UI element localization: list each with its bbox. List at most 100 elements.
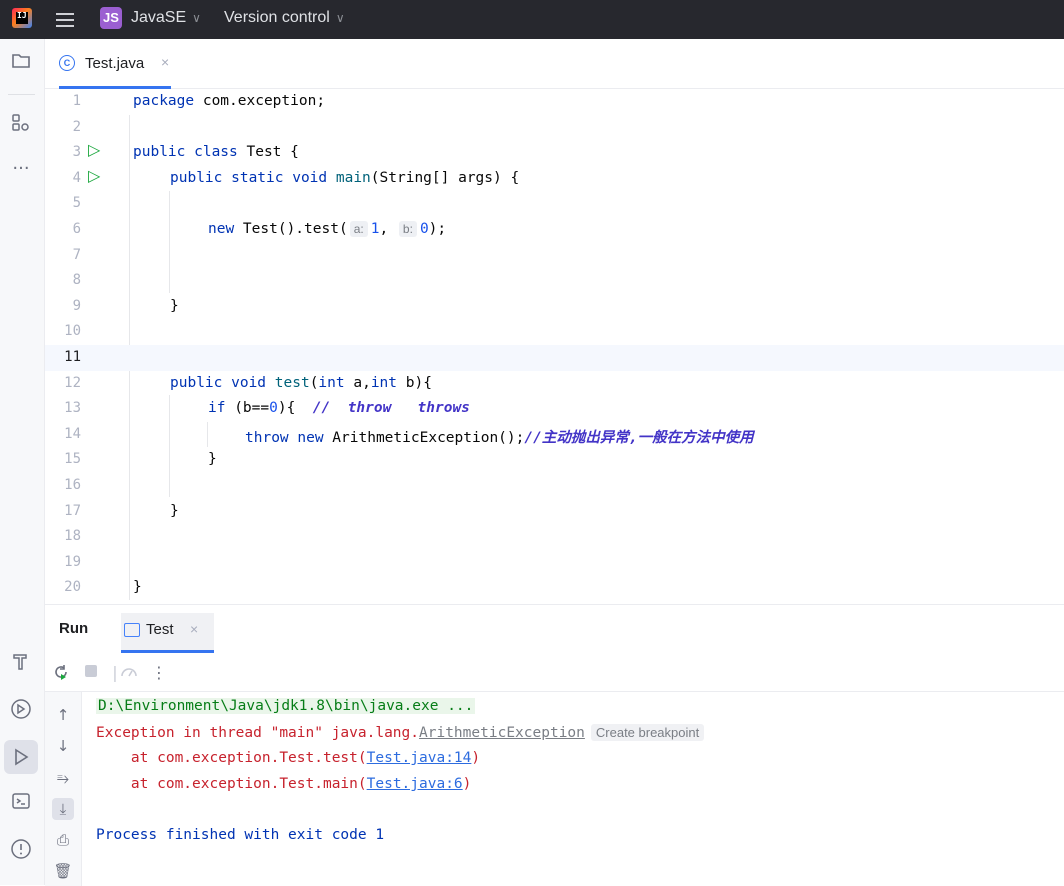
line-number: 20 <box>64 579 81 596</box>
line-number: 3 <box>72 144 81 161</box>
code-text: } <box>133 579 142 596</box>
line-number: 15 <box>64 451 81 468</box>
process-finished-line: Process finished with exit code 1 <box>96 827 385 843</box>
code-line: 10 <box>45 319 1064 345</box>
profiler-icon[interactable] <box>119 663 139 683</box>
code-line: 16 <box>45 473 1064 499</box>
version-control-label: Version control <box>224 9 330 26</box>
folder-icon[interactable] <box>9 52 33 76</box>
code-text: public void test(int a,int b){ <box>170 374 432 391</box>
close-icon[interactable]: × <box>161 54 169 70</box>
services-icon[interactable] <box>9 698 33 722</box>
code-line: 18 <box>45 524 1064 550</box>
code-line: 7 <box>45 243 1064 269</box>
more-tools-icon[interactable]: ··· <box>9 157 33 181</box>
code-line: 19 <box>45 550 1064 576</box>
stop-icon[interactable] <box>81 663 101 683</box>
code-line: 9 } <box>45 294 1064 320</box>
run-gutter-icon[interactable]: ▷ <box>88 140 100 159</box>
line-number: 5 <box>72 195 81 212</box>
code-text: public static void main(String[] args) { <box>170 169 520 186</box>
version-control-selector[interactable]: Version control ∨ <box>224 9 345 27</box>
line-number: 11 <box>64 349 81 365</box>
close-icon[interactable]: × <box>190 621 198 637</box>
line-number: 8 <box>72 272 81 289</box>
line-number: 9 <box>72 297 81 314</box>
run-panel-title: Run <box>59 620 89 637</box>
console-icon <box>124 623 140 637</box>
scroll-to-end-icon[interactable]: ⤓ <box>52 798 74 820</box>
tab-run-test[interactable]: Test × <box>121 613 214 651</box>
editor-tab-bar: C Test.java × <box>45 39 1064 89</box>
rerun-icon[interactable] <box>51 663 71 683</box>
source-link[interactable]: Test.java:6 <box>367 776 463 792</box>
problems-icon[interactable] <box>9 838 33 862</box>
terminal-icon[interactable] <box>9 791 33 815</box>
code-line: 15 } <box>45 447 1064 473</box>
more-options-icon[interactable]: ⋮ <box>149 663 169 683</box>
code-line: 20 } <box>45 575 1064 601</box>
stack-trace-line: at com.exception.Test.main(Test.java:6) <box>96 776 472 792</box>
current-code-line: 11 <box>45 345 1064 371</box>
project-selector[interactable]: JavaSE ∨ <box>131 9 201 27</box>
project-badge[interactable]: JS <box>100 7 122 29</box>
source-link[interactable]: Test.java:14 <box>367 750 472 766</box>
code-text: if (b==0){ // throw throws <box>208 400 470 417</box>
arrow-down-icon[interactable]: ↓ <box>52 735 74 757</box>
run-tool-window: Run Test × | ⋮ ↑ ↓ ⥱ ⤓ ⎙ 🗑 D:\Environmen… <box>45 604 1064 886</box>
code-line: 6 new Test().test(a: 1, b: 0); <box>45 217 1064 243</box>
trash-icon[interactable]: 🗑 <box>52 860 74 882</box>
create-breakpoint-button[interactable]: Create breakpoint <box>590 724 705 741</box>
print-icon[interactable]: ⎙ <box>52 829 74 851</box>
line-number: 4 <box>72 169 81 186</box>
code-line: 2 <box>45 115 1064 141</box>
code-text: } <box>170 297 179 314</box>
chevron-down-icon: ∨ <box>192 11 201 25</box>
intellij-logo-icon[interactable]: IJ <box>12 8 32 28</box>
code-line: 1 package com.exception; <box>45 89 1064 115</box>
console-side-toolbar: ↑ ↓ ⥱ ⤓ ⎙ 🗑 <box>45 692 82 886</box>
line-number: 14 <box>64 425 81 442</box>
main-menu-icon[interactable] <box>56 10 76 28</box>
code-text: throw new ArithmeticException();//主动抛出异常… <box>245 429 754 446</box>
tab-label: Test <box>146 621 174 638</box>
code-text: package com.exception; <box>133 93 326 109</box>
param-hint: b: <box>398 221 417 237</box>
arrow-up-icon[interactable]: ↑ <box>52 704 74 726</box>
project-name: JavaSE <box>131 9 187 26</box>
chevron-down-icon: ∨ <box>335 11 345 25</box>
title-bar: IJ JS JavaSE ∨ Version control ∨ <box>0 0 1064 39</box>
tab-test-java[interactable]: C Test.java × <box>59 39 179 89</box>
code-text: } <box>170 502 179 519</box>
code-line: 17 } <box>45 499 1064 525</box>
line-number: 16 <box>64 477 81 493</box>
run-gutter-icon[interactable]: ▷ <box>88 166 100 185</box>
stack-trace-line: at com.exception.Test.test(Test.java:14) <box>96 750 481 766</box>
active-tab-indicator <box>121 650 214 653</box>
line-number: 7 <box>72 246 81 263</box>
exception-class-link[interactable]: ArithmeticException <box>419 725 585 741</box>
code-line: 13 if (b==0){ // throw throws <box>45 396 1064 422</box>
line-number: 6 <box>72 221 81 237</box>
line-number: 12 <box>64 374 81 391</box>
code-editor[interactable]: 1 package com.exception; 2 3 ▷ public cl… <box>45 89 1064 604</box>
line-number: 17 <box>64 502 81 519</box>
code-text: new Test().test(a: 1, b: 0); <box>208 221 447 237</box>
line-number: 13 <box>64 400 81 417</box>
code-line: 4 ▷ public static void main(String[] arg… <box>45 166 1064 192</box>
line-number: 19 <box>64 553 81 570</box>
param-hint: a: <box>349 221 368 237</box>
code-text: } <box>208 451 217 468</box>
line-number: 1 <box>72 93 81 109</box>
run-toolbar: | ⋮ <box>45 655 1064 692</box>
left-tool-window-bar: ··· <box>0 39 45 885</box>
run-tool-icon[interactable] <box>4 740 38 774</box>
build-hammer-icon[interactable] <box>9 651 33 675</box>
code-line: 8 <box>45 268 1064 294</box>
soft-wrap-icon[interactable]: ⥱ <box>52 767 74 789</box>
code-line: 14 throw new ArithmeticException();//主动抛… <box>45 422 1064 448</box>
tab-label: Test.java <box>85 55 145 72</box>
java-class-icon: C <box>59 55 75 71</box>
code-line: 5 <box>45 191 1064 217</box>
structure-icon[interactable] <box>9 113 33 137</box>
